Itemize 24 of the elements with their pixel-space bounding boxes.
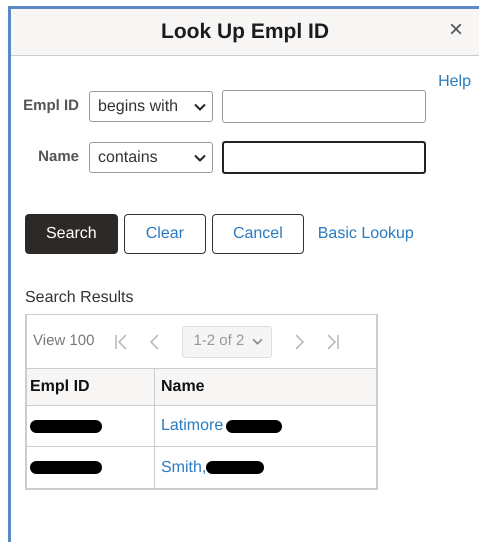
page-dropdown[interactable]: 1-2 of 2 [182, 326, 272, 358]
last-page-icon[interactable] [326, 332, 340, 350]
lookup-link[interactable]: Basic Lookup [318, 222, 414, 246]
field-label: Name [37, 147, 80, 168]
action-button[interactable]: Cancel [212, 214, 304, 254]
field-label: Empl ID [22, 96, 80, 116]
chevron-down-icon [194, 102, 206, 110]
close-button[interactable]: × [442, 17, 469, 43]
column-header: Name [160, 377, 206, 397]
chevron-down-icon [252, 338, 264, 345]
name-link[interactable]: Latimore [161, 414, 224, 438]
dialog-title: Look Up Empl ID [161, 19, 329, 46]
chevron-down-icon [194, 154, 206, 162]
action-button[interactable]: Clear [124, 214, 206, 254]
search-button[interactable]: Search [25, 214, 118, 254]
operator-dropdown[interactable]: contains [89, 142, 213, 173]
column-header: Empl ID [27, 369, 155, 405]
operator-dropdown[interactable]: begins with [89, 91, 213, 122]
view-all-link[interactable]: View 100 [33, 330, 94, 353]
section-title: Search Results [25, 288, 134, 308]
name-link[interactable]: Smith, [161, 456, 206, 480]
text-input-field[interactable] [222, 90, 426, 123]
text-input-field[interactable] [222, 141, 426, 174]
help-link[interactable]: Help [438, 70, 471, 94]
